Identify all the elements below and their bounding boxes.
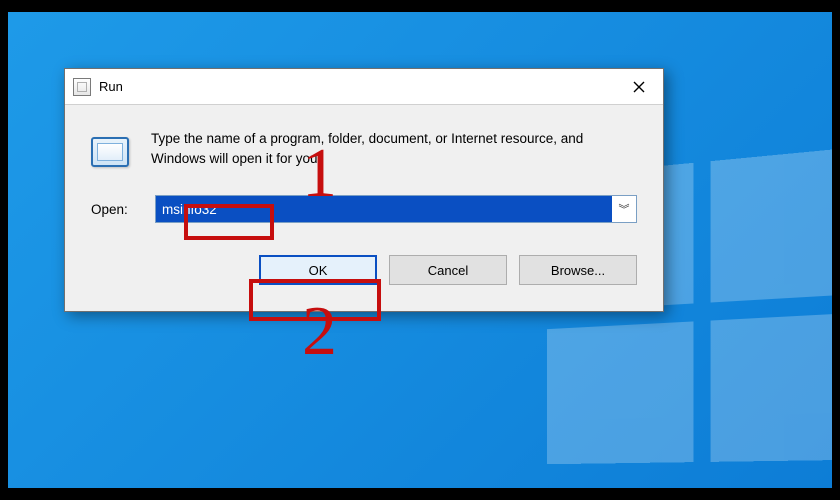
cancel-button[interactable]: Cancel bbox=[389, 255, 507, 285]
open-label: Open: bbox=[91, 202, 139, 217]
button-row: OK Cancel Browse... bbox=[65, 231, 663, 311]
open-combobox[interactable]: ︾ bbox=[155, 195, 637, 223]
dialog-body: Type the name of a program, folder, docu… bbox=[65, 105, 663, 181]
dialog-description: Type the name of a program, folder, docu… bbox=[151, 129, 637, 168]
close-button[interactable] bbox=[615, 69, 663, 105]
run-program-icon bbox=[91, 133, 131, 173]
close-icon bbox=[633, 81, 645, 93]
titlebar: Run bbox=[65, 69, 663, 105]
browse-button[interactable]: Browse... bbox=[519, 255, 637, 285]
desktop-background: Run Type the name of a program, folder, … bbox=[8, 12, 832, 488]
open-input[interactable] bbox=[156, 196, 612, 222]
run-icon bbox=[73, 78, 91, 96]
run-dialog: Run Type the name of a program, folder, … bbox=[64, 68, 664, 312]
ok-button[interactable]: OK bbox=[259, 255, 377, 285]
open-row: Open: ︾ bbox=[65, 181, 663, 231]
window-title: Run bbox=[99, 79, 123, 94]
chevron-down-icon[interactable]: ︾ bbox=[612, 196, 636, 222]
